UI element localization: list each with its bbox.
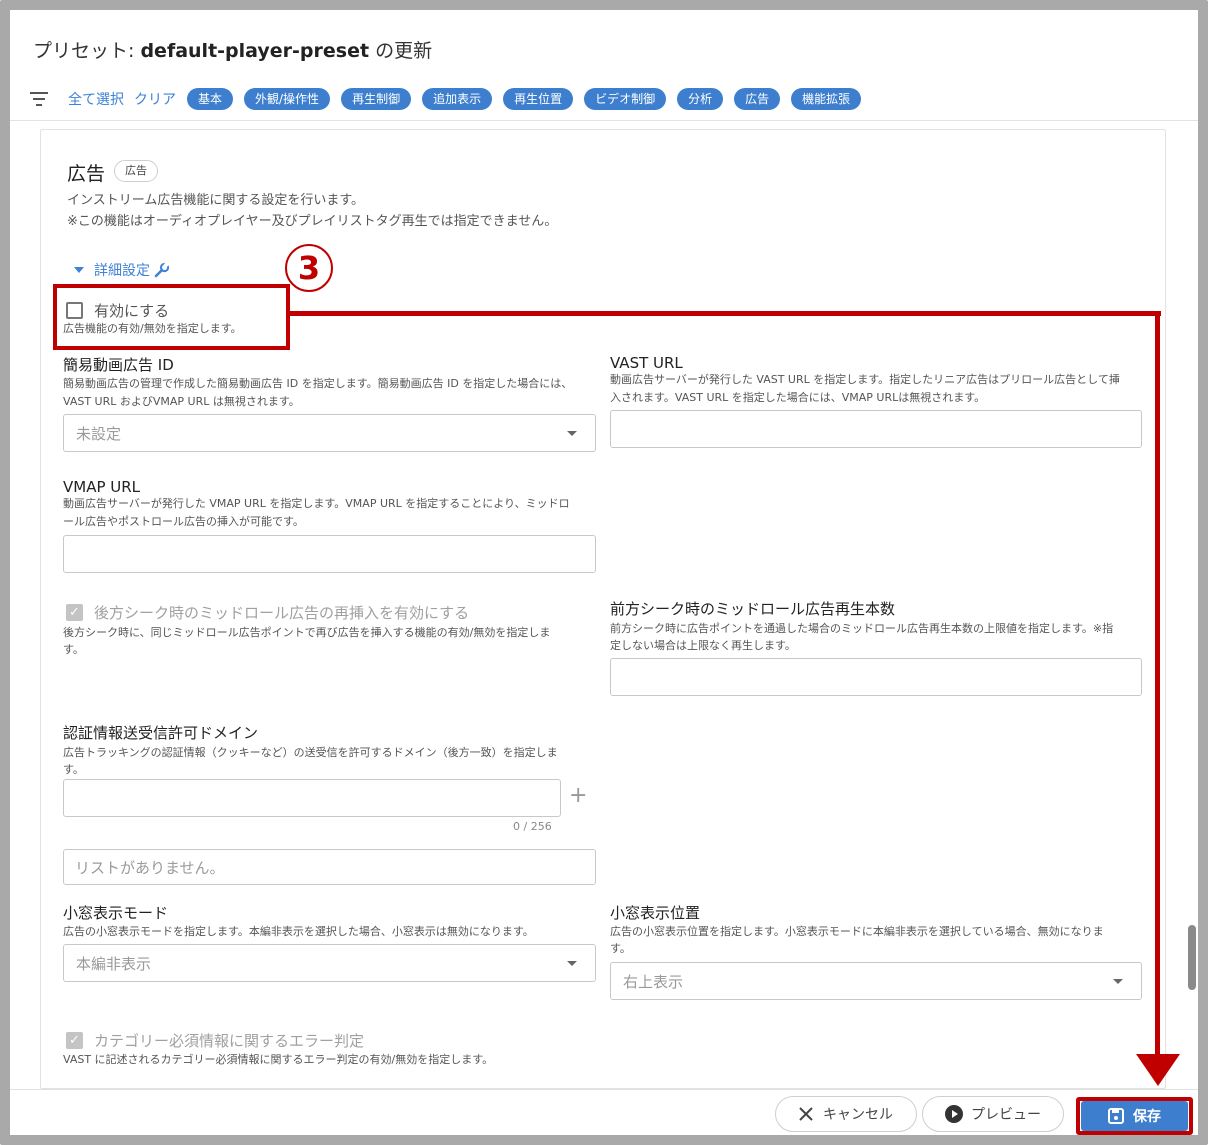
mini-mode-label: 小窓表示モード <box>63 904 169 922</box>
simple-ad-id-label: 簡易動画広告 ID <box>63 356 174 374</box>
cancel-button[interactable]: キャンセル <box>775 1096 917 1132</box>
chip-appearance[interactable]: 外観/操作性 <box>244 88 331 110</box>
cancel-label: キャンセル <box>823 1107 893 1123</box>
category-error-desc: VAST に記述されるカテゴリー必須情報に関するエラー判定の有効/無効を指定しま… <box>63 1053 494 1066</box>
annotation-arrow-vertical <box>1155 311 1160 1059</box>
annotation-arrow-head <box>1136 1054 1180 1086</box>
header-divider <box>10 120 1198 121</box>
vast-url-desc: 動画広告サーバーが発行した VAST URL を指定します。指定したリニア広告は… <box>610 373 1120 386</box>
filter-bar: 全て選択 クリア 基本 外観/操作性 再生制御 追加表示 再生位置 ビデオ制御 … <box>30 88 872 110</box>
auth-domain-label: 認証情報送受信許可ドメイン <box>63 724 259 742</box>
front-seek-desc2: 定しない場合は上限なく再生します。 <box>610 639 796 652</box>
select-all-link[interactable]: 全て選択 <box>68 89 124 109</box>
auth-domain-desc2: す。 <box>63 763 84 776</box>
chip-basic[interactable]: 基本 <box>187 88 234 110</box>
rear-seek-desc: 後方シーク時に、同じミッドロール広告ポイントで再び広告を挿入する機能の有効/無効… <box>63 626 551 639</box>
footer-divider <box>10 1089 1198 1090</box>
mini-position-label: 小窓表示位置 <box>610 904 701 922</box>
dropdown-caret-icon <box>567 960 577 966</box>
save-icon <box>1108 1108 1124 1124</box>
simple-ad-id-value: 未設定 <box>76 424 122 443</box>
clear-link[interactable]: クリア <box>134 89 176 109</box>
vmap-url-label: VMAP URL <box>63 478 141 496</box>
preview-label: プレビュー <box>971 1107 1041 1123</box>
mini-position-value: 右上表示 <box>623 972 684 991</box>
vmap-url-input[interactable] <box>63 535 596 573</box>
play-circle-icon <box>945 1105 963 1123</box>
close-icon <box>799 1107 813 1121</box>
rear-seek-checkbox: ✓ <box>66 604 83 621</box>
chip-playback-position[interactable]: 再生位置 <box>503 88 574 110</box>
category-error-label: カテゴリー必須情報に関するエラー判定 <box>94 1032 365 1050</box>
empty-list-text: リストがありません。 <box>75 858 225 877</box>
annotation-arrow-horizontal <box>288 311 1161 316</box>
simple-ad-id-desc: 簡易動画広告の管理で作成した簡易動画広告 ID を指定します。簡易動画広告 ID… <box>63 377 573 390</box>
vast-url-input[interactable] <box>610 410 1142 448</box>
advanced-settings-label: 詳細設定 <box>94 263 150 279</box>
mini-mode-value: 本編非表示 <box>76 954 152 973</box>
category-error-checkbox: ✓ <box>66 1032 83 1049</box>
mini-mode-desc: 広告の小窓表示モードを指定します。本編非表示を選択した場合、小窓表示は無効になり… <box>63 925 534 938</box>
simple-ad-id-desc2: VAST URL およびVMAP URL は無視されます。 <box>63 395 300 408</box>
vast-url-label: VAST URL <box>610 354 683 372</box>
advanced-settings-toggle[interactable]: 詳細設定 <box>74 260 170 280</box>
expand-triangle-icon <box>74 267 84 273</box>
scrollbar-thumb[interactable] <box>1188 925 1196 990</box>
chip-extensions[interactable]: 機能拡張 <box>791 88 862 110</box>
save-label: 保存 <box>1133 1109 1161 1125</box>
annotation-step-number: 3 <box>285 244 333 292</box>
front-seek-input[interactable] <box>610 658 1142 696</box>
simple-ad-id-select[interactable]: 未設定 <box>63 414 596 452</box>
mini-position-desc: 広告の小窓表示位置を指定します。小窓表示モードに本編非表示を選択している場合、無… <box>610 925 1104 938</box>
auth-domain-counter: 0 / 256 <box>513 820 552 833</box>
wrench-icon <box>154 262 170 278</box>
auth-domain-list: リストがありません。 <box>63 849 596 885</box>
rear-seek-checkbox-row: ✓ 後方シーク時のミッドロール広告の再挿入を有効にする <box>66 602 469 623</box>
rear-seek-desc2: す。 <box>63 643 84 656</box>
mini-position-select[interactable]: 右上表示 <box>610 962 1142 1000</box>
chip-ads[interactable]: 広告 <box>734 88 781 110</box>
filter-icon[interactable] <box>30 92 48 106</box>
chip-additional-display[interactable]: 追加表示 <box>422 88 493 110</box>
enable-checkbox-row[interactable]: 有効にする <box>66 300 169 321</box>
enable-label: 有効にする <box>94 302 170 320</box>
rear-seek-label: 後方シーク時のミッドロール広告の再挿入を有効にする <box>94 604 470 622</box>
category-error-checkbox-row: ✓ カテゴリー必須情報に関するエラー判定 <box>66 1030 364 1051</box>
dropdown-caret-icon <box>567 430 577 436</box>
auth-domain-desc: 広告トラッキングの認証情報（クッキーなど）の送受信を許可するドメイン（後方一致）… <box>63 746 558 759</box>
section-title: 広告 <box>67 163 106 185</box>
dialog-title: プリセット: default-player-preset の更新 <box>33 40 433 62</box>
front-seek-label: 前方シーク時のミッドロール広告再生本数 <box>610 600 896 618</box>
vmap-url-desc2: ール広告やポストロール広告の挿入が可能です。 <box>63 515 304 528</box>
save-button[interactable]: 保存 <box>1081 1101 1188 1131</box>
mini-position-desc2: す。 <box>610 942 631 955</box>
chip-video-control[interactable]: ビデオ制御 <box>584 88 667 110</box>
section-note: ※この機能はオーディオプレイヤー及びプレイリストタグ再生では指定できません。 <box>67 214 558 229</box>
enable-checkbox[interactable] <box>66 302 83 319</box>
preview-button[interactable]: プレビュー <box>922 1096 1064 1132</box>
auth-domain-input[interactable] <box>63 779 561 817</box>
section-description: インストリーム広告機能に関する設定を行います。 <box>67 193 365 208</box>
chip-playback-control[interactable]: 再生制御 <box>341 88 412 110</box>
enable-description: 広告機能の有効/無効を指定します。 <box>63 322 242 335</box>
vmap-url-desc: 動画広告サーバーが発行した VMAP URL を指定します。VMAP URL を… <box>63 497 570 510</box>
mini-mode-select[interactable]: 本編非表示 <box>63 944 596 982</box>
chip-analytics[interactable]: 分析 <box>677 88 724 110</box>
add-icon[interactable]: + <box>569 783 587 808</box>
section-badge: 広告 <box>114 160 158 182</box>
vast-url-desc2: 入されます。VAST URL を指定した場合には、VMAP URLは無視されます… <box>610 391 986 404</box>
dropdown-caret-icon <box>1113 978 1123 984</box>
front-seek-desc: 前方シーク時に広告ポイントを通過した場合のミッドロール広告再生本数の上限値を指定… <box>610 622 1114 635</box>
